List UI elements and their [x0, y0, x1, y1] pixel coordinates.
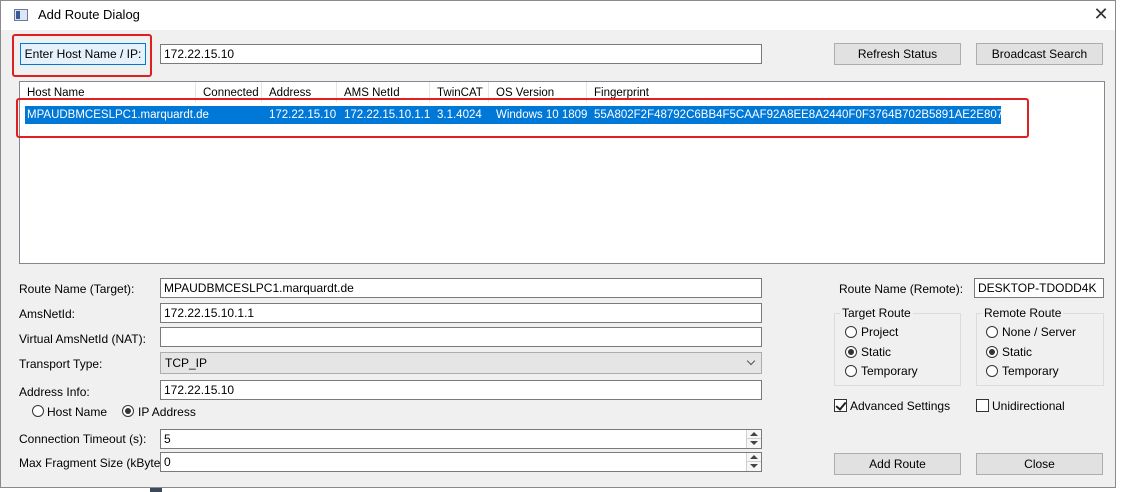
remote-none-server-label[interactable]: None / Server	[1002, 325, 1076, 339]
close-button[interactable]: Close	[976, 453, 1103, 475]
route-name-input[interactable]: MPAUDBMCESLPC1.marquardt.de	[160, 278, 762, 298]
connection-timeout-stepper[interactable]: 5	[160, 429, 762, 449]
title-bar	[1, 1, 1115, 30]
transport-type-select[interactable]: TCP_IP	[160, 352, 762, 374]
target-route-title: Target Route	[840, 306, 913, 320]
refresh-status-button[interactable]: Refresh Status	[834, 43, 961, 65]
route-name-remote-input[interactable]: DESKTOP-TDODD4K	[974, 278, 1104, 298]
max-fragment-value: 0	[164, 455, 171, 469]
route-name-remote-label: Route Name (Remote):	[839, 282, 964, 296]
target-static-radio[interactable]	[845, 346, 857, 358]
chevron-down-icon	[746, 356, 756, 366]
target-project-radio[interactable]	[845, 326, 857, 338]
remote-temporary-radio[interactable]	[986, 365, 998, 377]
app-window-icon	[14, 9, 28, 21]
route-name-label: Route Name (Target):	[19, 282, 135, 296]
max-fragment-stepper[interactable]: 0	[160, 452, 762, 472]
transport-type-value: TCP_IP	[165, 356, 208, 370]
target-temporary-label[interactable]: Temporary	[861, 364, 918, 378]
remote-route-title: Remote Route	[982, 306, 1064, 320]
close-icon[interactable]: ✕	[1090, 3, 1112, 25]
amsnetid-label: AmsNetId:	[19, 307, 76, 321]
virtual-amsnetid-input[interactable]	[160, 327, 762, 347]
spinner-arrows-icon[interactable]	[746, 453, 761, 471]
host-ip-input[interactable]: 172.22.15.10	[160, 44, 762, 64]
transport-type-label: Transport Type:	[19, 357, 103, 371]
advanced-settings-checkbox[interactable]	[834, 399, 847, 412]
connection-timeout-value: 5	[164, 432, 171, 446]
max-fragment-label: Max Fragment Size (kByte):	[19, 456, 168, 470]
remote-temporary-label[interactable]: Temporary	[1002, 364, 1059, 378]
address-info-label: Address Info:	[19, 385, 90, 399]
host-name-radio-label[interactable]: Host Name	[47, 405, 107, 419]
dialog-title: Add Route Dialog	[38, 7, 140, 22]
target-temporary-radio[interactable]	[845, 365, 857, 377]
target-static-label[interactable]: Static	[861, 345, 891, 359]
add-route-button[interactable]: Add Route	[834, 453, 961, 475]
host-name-radio[interactable]	[32, 405, 44, 417]
connection-timeout-label: Connection Timeout (s):	[19, 432, 147, 446]
amsnetid-input[interactable]: 172.22.15.10.1.1	[160, 303, 762, 323]
ip-address-radio-label[interactable]: IP Address	[138, 405, 196, 419]
broadcast-search-button[interactable]: Broadcast Search	[976, 43, 1103, 65]
advanced-settings-label[interactable]: Advanced Settings	[850, 399, 950, 413]
unidirectional-checkbox[interactable]	[976, 399, 989, 412]
annotation-highlight-enter-host	[12, 34, 152, 77]
remote-static-label[interactable]: Static	[1002, 345, 1032, 359]
virtual-amsnetid-label: Virtual AmsNetId (NAT):	[19, 332, 146, 346]
unidirectional-label[interactable]: Unidirectional	[992, 399, 1065, 413]
remote-none-server-radio[interactable]	[986, 326, 998, 338]
address-info-input[interactable]: 172.22.15.10	[160, 380, 762, 400]
annotation-highlight-row	[16, 98, 1029, 138]
target-project-label[interactable]: Project	[861, 325, 898, 339]
ip-address-radio[interactable]	[122, 405, 134, 417]
remote-static-radio[interactable]	[986, 346, 998, 358]
spinner-arrows-icon[interactable]	[746, 430, 761, 448]
